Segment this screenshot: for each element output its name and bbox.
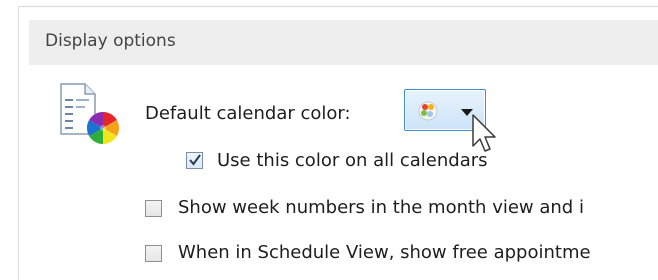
color-palette-icon bbox=[418, 101, 438, 121]
section-header: Display options bbox=[29, 20, 658, 65]
show-week-numbers-label[interactable]: Show week numbers in the month view and … bbox=[178, 197, 584, 218]
schedule-view-free-appointments-checkbox[interactable] bbox=[145, 245, 162, 262]
options-panel: Display options Default calendar color: bbox=[0, 0, 658, 280]
use-color-all-calendars-label[interactable]: Use this color on all calendars bbox=[217, 150, 488, 171]
calendar-color-icon bbox=[60, 83, 120, 145]
panel-left-border bbox=[18, 6, 19, 280]
show-week-numbers-checkbox[interactable] bbox=[145, 200, 162, 217]
schedule-view-free-appointments-label[interactable]: When in Schedule View, show free appoint… bbox=[178, 242, 591, 263]
panel-top-border bbox=[18, 6, 658, 7]
use-color-all-calendars-checkbox[interactable] bbox=[186, 152, 203, 169]
section-title: Display options bbox=[45, 31, 176, 51]
default-calendar-color-label: Default calendar color: bbox=[145, 103, 351, 124]
checkmark-icon bbox=[189, 154, 201, 166]
